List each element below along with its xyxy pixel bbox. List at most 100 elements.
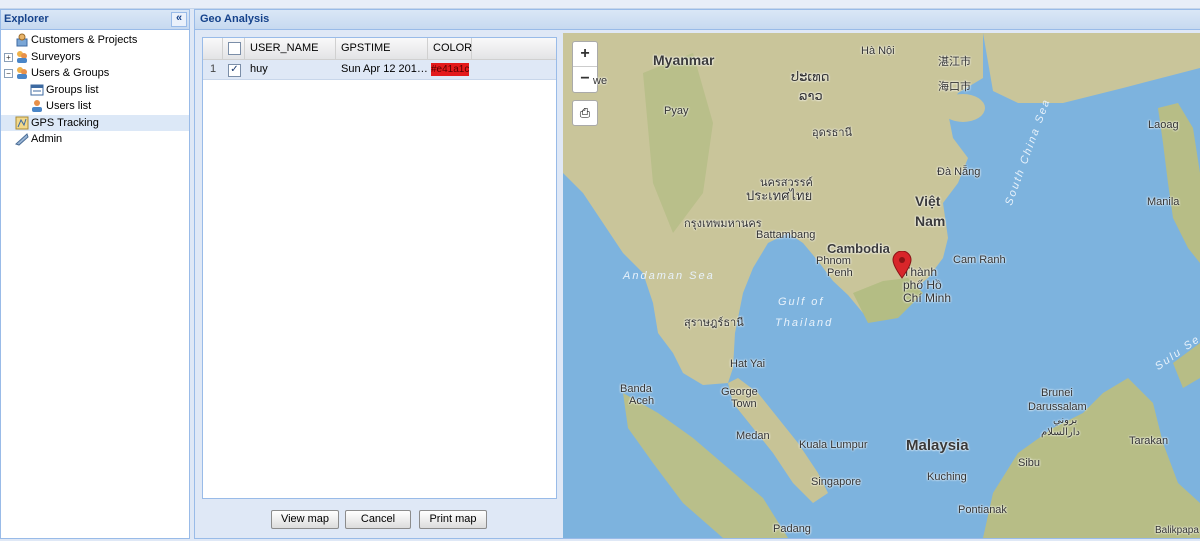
tree-item-label: Surveyors [31, 50, 81, 63]
row-number: 1 [209, 63, 217, 75]
zoom-in-button[interactable]: + [573, 42, 597, 67]
tree-item-label: Users & Groups [31, 67, 110, 79]
map-label: phố Hồ [903, 278, 942, 292]
explorer-title: Explorer [4, 13, 49, 25]
map-label: ประเทศไทย [746, 188, 813, 203]
map-label: Cam Ranh [953, 254, 1006, 266]
map-label: Laoag [1148, 119, 1179, 131]
column-header-user-name[interactable]: USER_NAME [245, 38, 336, 59]
column-header-gpstime[interactable]: GPSTIME [336, 38, 428, 59]
tree-item-admin[interactable]: Admin [1, 131, 189, 148]
color-swatch: #e41a1c [431, 63, 469, 76]
map-label: Phnom [816, 255, 851, 267]
map-label: Nam [915, 213, 946, 229]
map-label: Balikpapa [1155, 525, 1199, 536]
tree-item-label: GPS Tracking [31, 116, 99, 129]
tree-item-users-groups[interactable]: − Users & Groups [1, 65, 189, 82]
cancel-button[interactable]: Cancel [345, 510, 411, 529]
map-label: Hat Yai [730, 358, 766, 370]
tree-item-customers-projects[interactable]: Customers & Projects [1, 32, 189, 49]
explorer-panel: Explorer « Customers & Projects + Survey… [0, 9, 190, 539]
map-label: ປະເທດ [791, 69, 830, 84]
explorer-tree: Customers & Projects + Surveyors − Users… [1, 30, 189, 148]
map-label: دارالسلام [1041, 427, 1080, 438]
surveyors-icon [17, 50, 27, 63]
row-number-header [203, 38, 223, 59]
map-label: กรุงเทพมหานคร [684, 218, 762, 230]
tree-item-label: Customers & Projects [31, 34, 138, 46]
map-label: Sibu [1018, 457, 1041, 469]
cell-color: #e41a1c [428, 60, 472, 79]
collapse-icon[interactable]: − [4, 69, 13, 78]
expand-icon[interactable]: + [4, 52, 13, 62]
admin-icon [15, 133, 29, 146]
map-label: สุราษฎร์ธานี [684, 317, 744, 329]
map-label: Chí Minh [903, 291, 952, 305]
map-label: Tarakan [1129, 435, 1169, 447]
collapse-panel-icon[interactable]: « [171, 12, 187, 27]
hainan-island [941, 94, 985, 122]
tree-item-label: Groups list [46, 83, 99, 96]
column-header-color[interactable]: COLOR [428, 38, 472, 59]
tree-item-users-list[interactable]: Users list [1, 98, 189, 115]
user-grid: USER_NAME GPSTIME COLOR 1 ✓ huy Sun Apr … [202, 37, 557, 499]
map-label: Myanmar [653, 52, 715, 68]
tree-item-groups-list[interactable]: Groups list [1, 82, 189, 99]
map-label: Pontianak [958, 504, 1007, 516]
print-icon[interactable]: ⎙ [572, 100, 598, 126]
cell-gpstime: Sun Apr 12 201… [341, 63, 428, 75]
map-label: بروني [1053, 415, 1078, 426]
grid-header: USER_NAME GPSTIME COLOR [203, 38, 556, 60]
borneo [983, 378, 1200, 538]
select-all-checkbox[interactable] [228, 42, 241, 55]
print-map-button[interactable]: Print map [419, 510, 487, 529]
map-label: Singapore [811, 476, 862, 488]
groups-list-icon [30, 84, 44, 95]
map-label: Battambang [756, 229, 816, 241]
map-label: Kuching [927, 471, 967, 483]
map-label: Gulf of [778, 296, 825, 308]
map-label: Việt [915, 193, 941, 209]
geo-analysis-header: Geo Analysis [195, 10, 1200, 30]
tree-item-label: Users list [46, 100, 92, 112]
users-groups-icon [17, 67, 27, 79]
users-list-icon [32, 100, 42, 112]
map-label: George [721, 386, 758, 398]
map-label: Malaysia [906, 437, 969, 454]
map-label: Hà Nội [861, 45, 895, 57]
gps-tracking-icon [15, 116, 29, 129]
customers-projects-icon [16, 33, 28, 47]
select-all-header[interactable] [223, 38, 245, 59]
geo-analysis-panel: Geo Analysis USER_NAME GPSTIME COLOR 1 ✓… [194, 9, 1200, 539]
map-label: Andaman Sea [623, 270, 715, 282]
row-checkbox[interactable]: ✓ [228, 64, 241, 77]
map-label: Kuala Lumpur [799, 439, 868, 451]
map-label: we [593, 75, 608, 87]
map-label: Medan [736, 430, 770, 442]
geo-analysis-title: Geo Analysis [200, 13, 270, 25]
map-label: Padang [773, 523, 811, 535]
map-label: 海口市 [938, 81, 971, 93]
top-strip [0, 0, 1200, 9]
map-label: Pyay [664, 105, 689, 117]
tree-item-surveyors[interactable]: + Surveyors [1, 49, 189, 66]
china-coast [983, 33, 1200, 103]
map-label: Aceh [629, 395, 655, 407]
map-label: Penh [827, 267, 853, 279]
location-marker-icon[interactable] [892, 251, 912, 279]
map-label: Đà Nẵng [937, 166, 981, 178]
map-label: Darussalam [1028, 401, 1087, 413]
button-bar: View map Cancel Print map [195, 502, 561, 538]
table-row[interactable]: 1 ✓ huy Sun Apr 12 201… #e41a1c [203, 60, 556, 80]
map-view[interactable]: + − ⎙ Myanmar we Hà Nội 湛江市 海口市 ປະເທດ ລາ… [563, 33, 1200, 538]
map-label: Brunei [1041, 387, 1073, 399]
map-label: Manila [1147, 196, 1180, 208]
cell-user-name: huy [250, 63, 268, 75]
view-map-button[interactable]: View map [271, 510, 339, 529]
map-terrain [563, 33, 1200, 538]
tree-item-label: Admin [31, 133, 63, 145]
tree-item-gps-tracking[interactable]: GPS Tracking [1, 114, 189, 131]
map-label: Cambodia [827, 241, 890, 256]
map-label: Thailand [775, 317, 834, 329]
row-checkbox-cell[interactable]: ✓ [223, 60, 245, 79]
